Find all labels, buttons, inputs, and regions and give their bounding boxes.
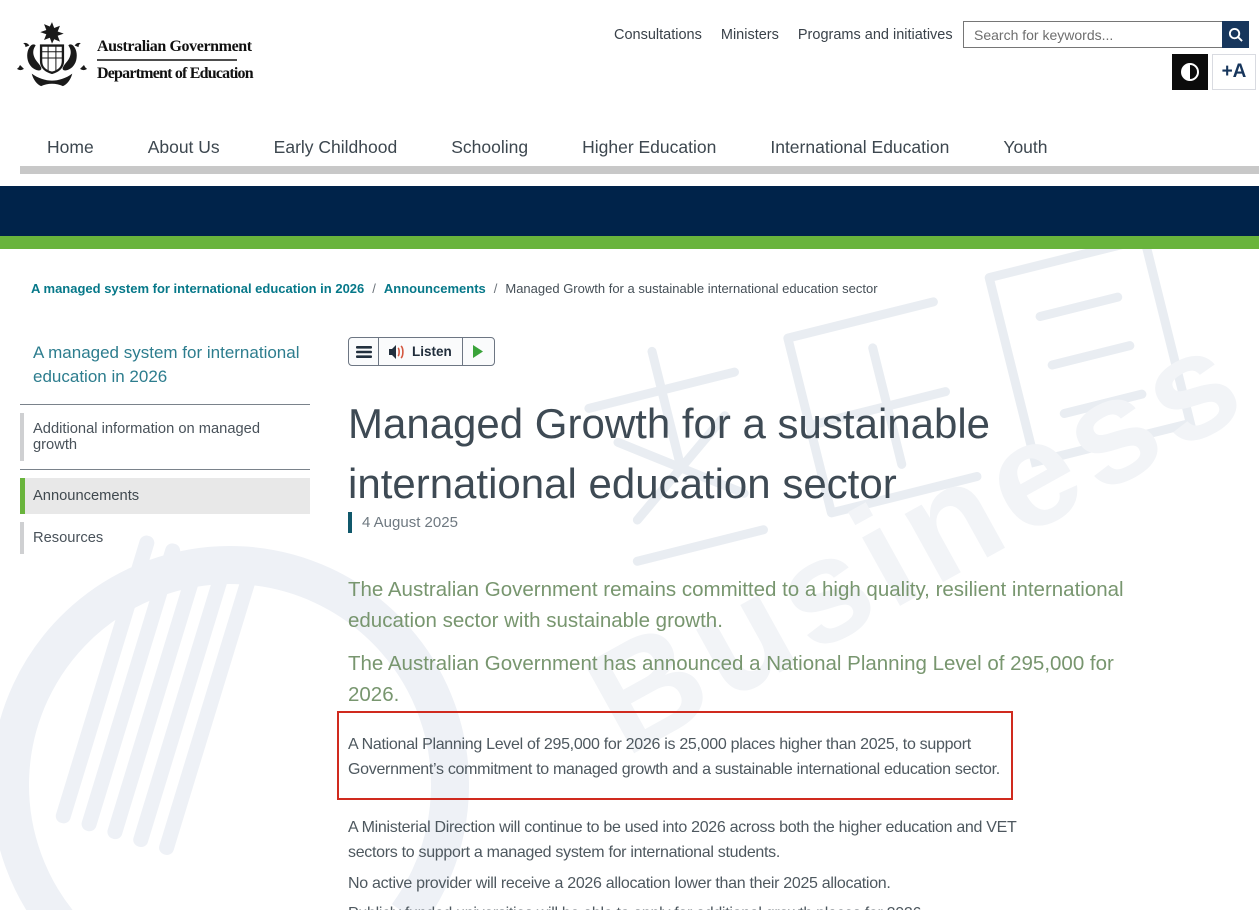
- sidebar-item-additional-information[interactable]: Additional information on managed growth: [20, 413, 310, 461]
- nav-item-international-education[interactable]: International Education: [770, 137, 949, 158]
- utility-link-consultations[interactable]: Consultations: [614, 27, 702, 43]
- logo-department-line: Department of Education: [97, 65, 257, 83]
- logo-text: Australian Government Department of Educ…: [97, 38, 257, 83]
- utility-nav: Consultations Ministers Programs and ini…: [614, 27, 953, 43]
- breadcrumb-current-page: Managed Growth for a sustainable interna…: [505, 281, 877, 296]
- nav-item-youth[interactable]: Youth: [1003, 137, 1047, 158]
- coat-of-arms-logo: [13, 22, 91, 94]
- body-paragraph: No active provider will receive a 2026 a…: [348, 872, 1028, 897]
- sidebar-item-announcements[interactable]: Announcements: [20, 478, 310, 514]
- watermark-business-text: Business: [560, 290, 1259, 789]
- breadcrumb: A managed system for international educa…: [31, 281, 878, 296]
- body-paragraph: Publicly funded universities will be abl…: [348, 902, 1028, 910]
- breadcrumb-link-managed-system[interactable]: A managed system for international educa…: [31, 281, 364, 296]
- listen-label: Listen: [412, 344, 452, 359]
- font-size-increase-button[interactable]: +A: [1212, 54, 1256, 90]
- sidebar-divider: [20, 469, 310, 470]
- search-bar: [963, 21, 1249, 48]
- breadcrumb-separator: /: [494, 281, 498, 296]
- search-icon: [1228, 27, 1243, 42]
- sidebar-title-link[interactable]: A managed system for international educa…: [20, 341, 310, 389]
- play-icon: [472, 345, 484, 358]
- logo-divider: [97, 59, 237, 61]
- article-date: 4 August 2025: [348, 512, 458, 533]
- search-button[interactable]: [1222, 21, 1249, 48]
- nav-item-higher-education[interactable]: Higher Education: [582, 137, 716, 158]
- hero-banner: [0, 186, 1259, 236]
- utility-link-ministers[interactable]: Ministers: [721, 27, 779, 43]
- sidebar-nav: A managed system for international educa…: [20, 341, 310, 554]
- highlighted-paragraph: A National Planning Level of 295,000 for…: [348, 733, 1028, 782]
- green-accent-bar: [0, 236, 1259, 249]
- nav-item-early-childhood[interactable]: Early Childhood: [274, 137, 398, 158]
- page-title: Managed Growth for a sustainable interna…: [348, 394, 1158, 514]
- lead-paragraph: The Australian Government has announced …: [348, 648, 1143, 711]
- nav-shadow-bar: [20, 166, 1259, 174]
- nav-item-about-us[interactable]: About Us: [148, 137, 220, 158]
- nav-item-schooling[interactable]: Schooling: [451, 137, 528, 158]
- listen-player: Listen: [348, 337, 495, 366]
- breadcrumb-separator: /: [372, 281, 376, 296]
- search-input[interactable]: [963, 21, 1222, 48]
- nav-item-home[interactable]: Home: [47, 137, 94, 158]
- sidebar-item-resources[interactable]: Resources: [20, 522, 310, 554]
- menu-icon: [356, 346, 372, 358]
- listen-menu-button[interactable]: [349, 338, 378, 365]
- main-nav: Home About Us Early Childhood Schooling …: [0, 128, 1259, 166]
- body-paragraph: A Ministerial Direction will continue to…: [348, 816, 1028, 865]
- sidebar-divider: [20, 404, 310, 405]
- lead-paragraph: The Australian Government remains commit…: [348, 574, 1143, 637]
- breadcrumb-link-announcements[interactable]: Announcements: [384, 281, 486, 296]
- listen-play-button[interactable]: [463, 338, 494, 365]
- contrast-icon: [1180, 62, 1200, 82]
- listen-button[interactable]: Listen: [378, 338, 463, 365]
- utility-link-programs[interactable]: Programs and initiatives: [798, 27, 953, 43]
- page: Business Australian Government Departmen…: [0, 0, 1259, 910]
- speaker-icon: [389, 345, 406, 359]
- logo-government-line: Australian Government: [97, 38, 257, 56]
- contrast-toggle-button[interactable]: [1172, 54, 1208, 90]
